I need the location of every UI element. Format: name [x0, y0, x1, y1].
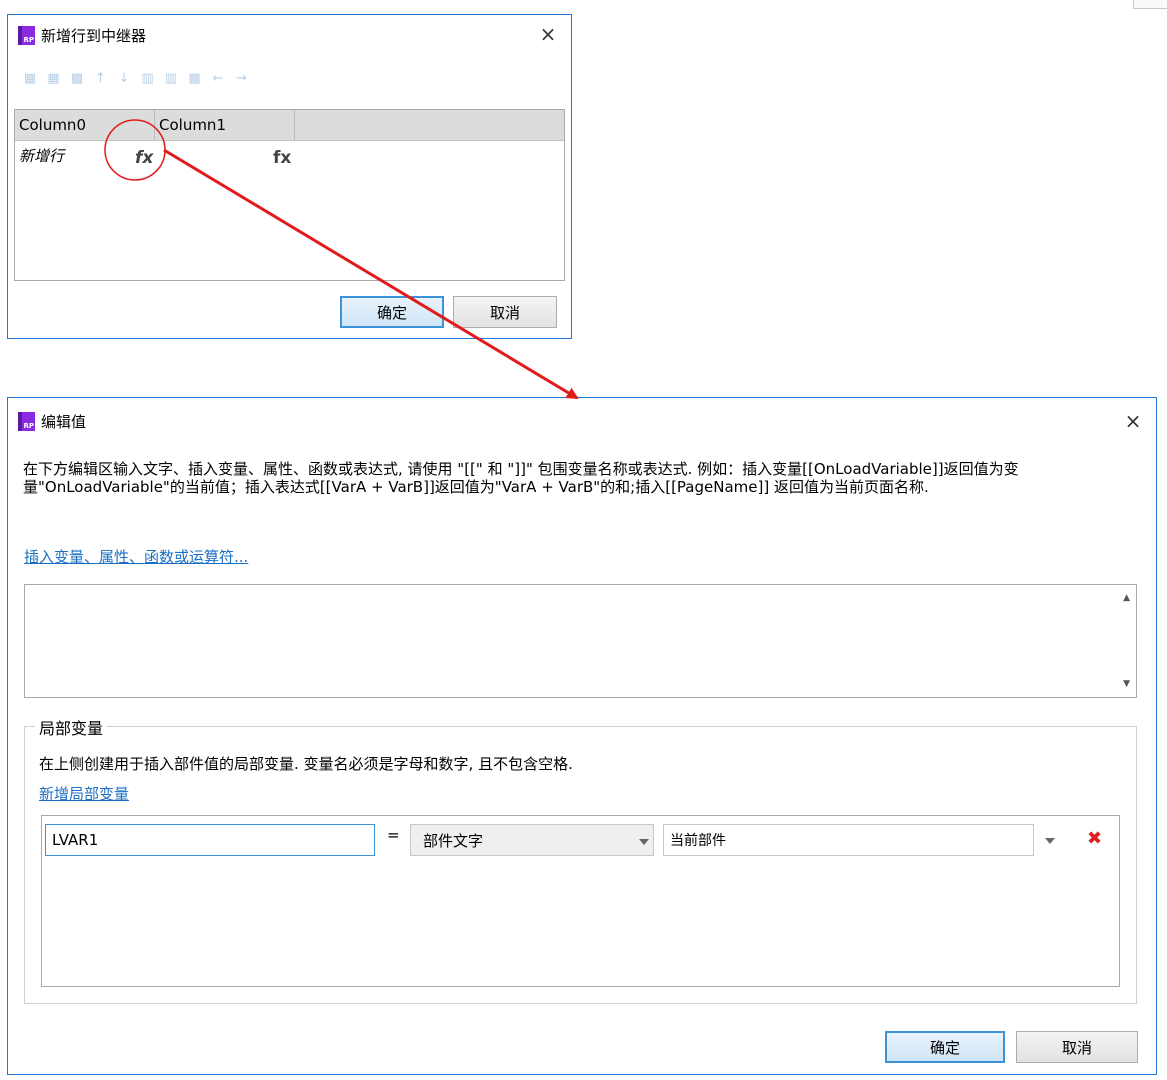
dialog-title: 新增行到中继器 — [41, 26, 147, 45]
close-icon[interactable]: × — [537, 23, 559, 45]
local-variables-group: 局部变量 在上侧创建用于插入部件值的局部变量. 变量名必须是字母和数字, 且不包… — [24, 715, 1137, 1004]
insert-col-right-icon[interactable]: ▥ — [161, 69, 181, 89]
title-bar: RP 编辑值 × — [8, 398, 1156, 444]
insert-col-left-icon[interactable]: ▥ — [138, 69, 158, 89]
axure-app-icon: RP — [18, 25, 35, 45]
target-widget-input[interactable]: 当前部件 — [663, 824, 1034, 856]
scroll-down-icon[interactable]: ▼ — [1123, 679, 1130, 689]
move-right-icon[interactable]: → — [232, 69, 252, 89]
move-up-icon[interactable]: ↑ — [91, 69, 111, 89]
local-variables-list: LVAR1 = 部件文字 当前部件 ✖ — [41, 815, 1120, 987]
repeater-toolbar: ▦ ▦ ▩ ↑ ↓ ▥ ▥ ▩ ← → — [20, 69, 255, 89]
delete-row-icon[interactable]: ▩ — [67, 69, 87, 89]
add-row-dialog: RP 新增行到中继器 × ▦ ▦ ▩ ↑ ↓ ▥ ▥ ▩ ← → Column0… — [7, 14, 572, 339]
instructions-text: 在下方编辑区输入文字、插入变量、属性、函数或表达式, 请使用 "[[" 和 "]… — [23, 460, 1019, 496]
scroll-up-icon[interactable]: ▲ — [1123, 593, 1130, 603]
variable-name-input[interactable]: LVAR1 — [45, 824, 375, 856]
variable-type-select[interactable]: 部件文字 — [410, 824, 654, 856]
add-local-variable-link[interactable]: 新增局部变量 — [39, 783, 129, 804]
delete-col-icon[interactable]: ▩ — [185, 69, 205, 89]
group-legend: 局部变量 — [35, 715, 108, 739]
cell-new-row[interactable]: 新增行 fx — [15, 141, 155, 171]
background-window-edge — [1133, 0, 1167, 9]
move-down-icon[interactable]: ↓ — [114, 69, 134, 89]
close-icon[interactable]: × — [1122, 410, 1144, 432]
fx-icon[interactable]: fx — [273, 143, 291, 173]
local-variables-hint: 在上侧创建用于插入部件值的局部变量. 变量名必须是字母和数字, 且不包含空格. — [39, 755, 573, 773]
insert-row-below-icon[interactable]: ▦ — [44, 69, 64, 89]
title-bar: RP 新增行到中继器 × — [8, 15, 571, 55]
insert-variable-link[interactable]: 插入变量、属性、函数或运算符... — [24, 546, 248, 567]
grid-header: Column0 Column1 — [15, 110, 564, 141]
ok-button[interactable]: 确定 — [885, 1031, 1005, 1063]
cancel-button[interactable]: 取消 — [453, 296, 557, 328]
column-header-0[interactable]: Column0 — [15, 110, 155, 140]
fx-icon[interactable]: fx — [135, 143, 153, 173]
ok-button[interactable]: 确定 — [340, 296, 444, 328]
dialog-title: 编辑值 — [41, 412, 87, 431]
cell-column1[interactable]: fx — [155, 141, 295, 171]
move-left-icon[interactable]: ← — [208, 69, 228, 89]
delete-variable-icon[interactable]: ✖ — [1087, 828, 1102, 849]
column-header-1[interactable]: Column1 — [155, 110, 295, 140]
edit-value-dialog: RP 编辑值 × 在下方编辑区输入文字、插入变量、属性、函数或表达式, 请使用 … — [7, 397, 1157, 1075]
expression-editor[interactable]: ▲ ▼ — [24, 584, 1137, 698]
chevron-down-icon — [639, 839, 649, 845]
table-row[interactable]: 新增行 fx fx — [15, 141, 564, 171]
repeater-grid: Column0 Column1 新增行 fx fx — [14, 109, 565, 281]
axure-app-icon: RP — [18, 411, 35, 431]
insert-row-above-icon[interactable]: ▦ — [20, 69, 40, 89]
cancel-button[interactable]: 取消 — [1016, 1031, 1138, 1063]
equals-sign: = — [387, 826, 400, 844]
target-dropdown-icon[interactable] — [1045, 838, 1055, 844]
